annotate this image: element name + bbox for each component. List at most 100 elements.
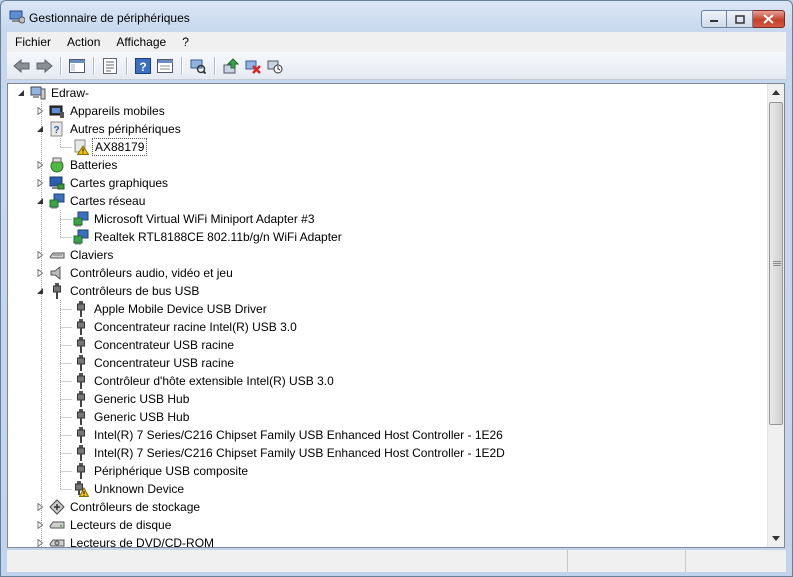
tree-node[interactable]: Appareils mobiles bbox=[35, 102, 167, 120]
network-adapter-icon bbox=[73, 211, 89, 227]
close-button[interactable] bbox=[753, 10, 785, 28]
back-button[interactable] bbox=[11, 55, 33, 77]
menu-help[interactable]: ? bbox=[174, 32, 197, 52]
window-title: Gestionnaire de périphériques bbox=[29, 11, 190, 25]
properties-icon bbox=[103, 57, 117, 74]
tree-node-label: Generic USB Hub bbox=[94, 392, 190, 406]
scan-hardware-button[interactable] bbox=[187, 55, 209, 77]
tree-leaf[interactable]: Concentrateur USB racine bbox=[73, 336, 236, 354]
uninstall-button[interactable] bbox=[242, 55, 264, 77]
tree-leaf[interactable]: Generic USB Hub bbox=[73, 390, 191, 408]
tree-leaf[interactable]: Périphérique USB composite bbox=[73, 462, 250, 480]
collapse-arrow-icon[interactable] bbox=[35, 124, 45, 134]
update-driver-button[interactable] bbox=[220, 55, 242, 77]
scroll-thumb[interactable] bbox=[769, 102, 783, 425]
tree-node[interactable]: Lecteurs de disque bbox=[35, 516, 173, 534]
view-icon bbox=[157, 58, 173, 73]
forward-button[interactable] bbox=[33, 55, 55, 77]
tree-leaf-selected[interactable]: AX88179 bbox=[73, 138, 148, 156]
tree-leaf[interactable]: Microsoft Virtual WiFi Miniport Adapter … bbox=[73, 210, 317, 228]
menu-bar: Fichier Action Affichage ? bbox=[7, 32, 786, 52]
scroll-down-button[interactable] bbox=[768, 530, 784, 547]
tree-node-label: Périphérique USB composite bbox=[94, 464, 249, 478]
dvd-drive-icon bbox=[49, 535, 65, 547]
console-tree-icon bbox=[69, 58, 85, 73]
tree-leaf[interactable]: Contrôleur d'hôte extensible Intel(R) US… bbox=[73, 372, 336, 390]
tree-node[interactable]: Contrôleurs de stockage bbox=[35, 498, 202, 516]
tree-leaf[interactable]: Concentrateur racine Intel(R) USB 3.0 bbox=[73, 318, 299, 336]
collapse-arrow-icon[interactable] bbox=[16, 88, 26, 98]
thumb-grip bbox=[773, 265, 781, 266]
tree-node[interactable]: Contrôleurs audio, vidéo et jeu bbox=[35, 264, 235, 282]
tree-node[interactable]: Contrôleurs de bus USB bbox=[35, 282, 201, 300]
tree-node[interactable]: Claviers bbox=[35, 246, 115, 264]
scan-hardware-icon bbox=[190, 59, 206, 74]
tree-node-label: Batteries bbox=[70, 158, 118, 172]
usb-icon bbox=[73, 373, 89, 389]
device-manager-window: Gestionnaire de périphériques Fichier Ac… bbox=[0, 0, 793, 577]
tree-leaf[interactable]: Unknown Device bbox=[73, 480, 186, 498]
collapse-arrow-icon[interactable] bbox=[35, 196, 45, 206]
expand-arrow-icon[interactable] bbox=[35, 520, 45, 530]
tree-leaf[interactable]: Generic USB Hub bbox=[73, 408, 191, 426]
mobile-device-icon bbox=[49, 103, 65, 119]
warning-device-icon bbox=[73, 139, 89, 155]
unknown-device-icon: ? bbox=[49, 121, 65, 137]
help-button[interactable]: ? bbox=[132, 55, 154, 77]
tree-leaf[interactable]: Apple Mobile Device USB Driver bbox=[73, 300, 269, 318]
tree-leaf[interactable]: Intel(R) 7 Series/C216 Chipset Family US… bbox=[73, 444, 507, 462]
properties-button[interactable] bbox=[99, 55, 121, 77]
scroll-up-button[interactable] bbox=[768, 84, 784, 101]
help-icon: ? bbox=[135, 57, 151, 74]
maximize-button[interactable] bbox=[727, 10, 753, 28]
display-adapter-icon bbox=[49, 175, 65, 191]
tree-leaf[interactable]: Concentrateur USB racine bbox=[73, 354, 236, 372]
tree-node-label: Realtek RTL8188CE 802.11b/g/n WiFi Adapt… bbox=[94, 230, 342, 244]
tree-node-label: Contrôleurs de bus USB bbox=[70, 284, 200, 298]
tree-node[interactable]: Batteries bbox=[35, 156, 119, 174]
expand-arrow-icon[interactable] bbox=[35, 160, 45, 170]
network-adapter-icon bbox=[73, 229, 89, 245]
tree-node[interactable]: Lecteurs de DVD/CD-ROM bbox=[35, 534, 216, 547]
disk-drive-icon bbox=[49, 517, 65, 533]
disable-button[interactable] bbox=[264, 55, 286, 77]
vertical-scrollbar[interactable] bbox=[767, 84, 784, 547]
forward-icon bbox=[36, 58, 53, 73]
toolbar-separator bbox=[60, 56, 61, 75]
uninstall-icon bbox=[245, 60, 261, 74]
menu-action[interactable]: Action bbox=[59, 32, 108, 52]
expand-arrow-icon[interactable] bbox=[35, 106, 45, 116]
speaker-icon bbox=[49, 265, 65, 281]
tree-node[interactable]: Cartes graphiques bbox=[35, 174, 170, 192]
view-button[interactable] bbox=[154, 55, 176, 77]
tree-leaf[interactable]: Intel(R) 7 Series/C216 Chipset Family US… bbox=[73, 426, 505, 444]
tree-node-label: Intel(R) 7 Series/C216 Chipset Family US… bbox=[94, 446, 505, 460]
update-driver-icon bbox=[223, 57, 239, 73]
usb-warning-icon bbox=[73, 481, 89, 497]
close-icon bbox=[763, 14, 774, 24]
expand-arrow-icon[interactable] bbox=[35, 250, 45, 260]
tree-root[interactable]: Edraw- bbox=[16, 84, 91, 102]
expand-arrow-icon[interactable] bbox=[35, 178, 45, 188]
status-cell bbox=[686, 550, 786, 572]
title-bar[interactable]: Gestionnaire de périphériques bbox=[1, 1, 792, 31]
tree-node[interactable]: Cartes réseau bbox=[35, 192, 147, 210]
expand-arrow-icon[interactable] bbox=[35, 268, 45, 278]
menu-fichier[interactable]: Fichier bbox=[7, 32, 59, 52]
menu-affichage[interactable]: Affichage bbox=[108, 32, 174, 52]
tree-leaf[interactable]: Realtek RTL8188CE 802.11b/g/n WiFi Adapt… bbox=[73, 228, 344, 246]
device-tree[interactable]: Edraw- Appareils mobiles ? Autres périph… bbox=[8, 84, 768, 547]
console-tree-button[interactable] bbox=[66, 55, 88, 77]
minimize-icon bbox=[710, 20, 718, 22]
tree-node-label: Concentrateur USB racine bbox=[94, 356, 235, 370]
tree-node-label: Claviers bbox=[70, 248, 114, 262]
scroll-down-arrow-icon bbox=[772, 536, 780, 541]
collapse-arrow-icon[interactable] bbox=[35, 286, 45, 296]
expand-arrow-icon[interactable] bbox=[35, 538, 45, 547]
minimize-button[interactable] bbox=[701, 10, 727, 28]
usb-icon bbox=[49, 283, 65, 299]
expand-arrow-icon[interactable] bbox=[35, 502, 45, 512]
tree-node[interactable]: ? Autres périphériques bbox=[35, 120, 183, 138]
usb-icon bbox=[73, 355, 89, 371]
tree-node-label: Unknown Device bbox=[94, 482, 185, 496]
